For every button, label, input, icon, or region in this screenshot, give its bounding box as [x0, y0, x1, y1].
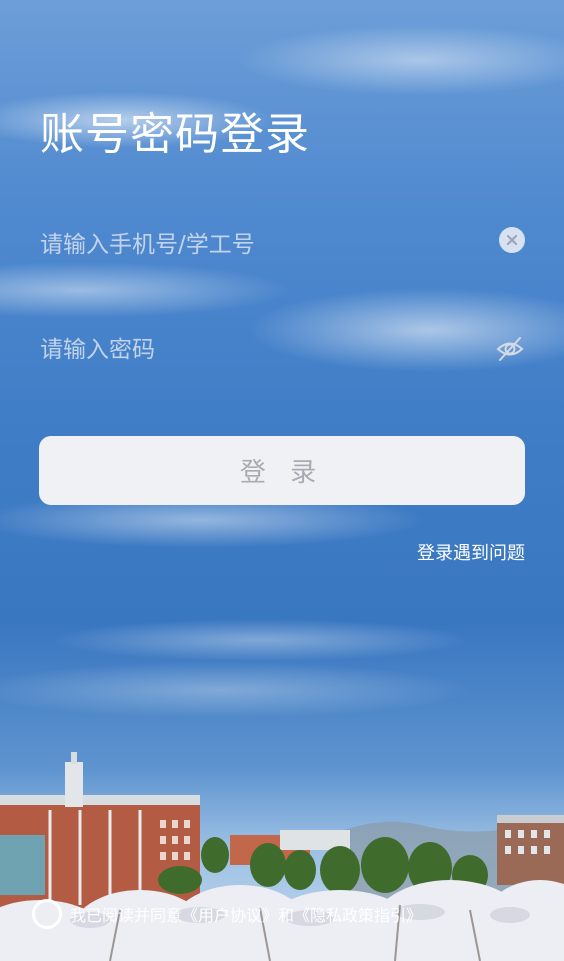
agreement-conjunction: 和 — [278, 906, 295, 925]
close-circle-icon — [507, 235, 517, 245]
clear-input-button[interactable] — [499, 227, 525, 253]
agreement-checkbox[interactable] — [32, 899, 62, 929]
agreement-prefix: 我已阅读并同意 — [70, 906, 183, 925]
username-field — [40, 220, 525, 270]
privacy-guide-link[interactable]: 《隐私政策指引》 — [294, 902, 422, 926]
password-visibility-toggle[interactable] — [495, 334, 525, 364]
eye-off-icon — [496, 337, 524, 361]
user-agreement-link[interactable]: 《用户协议》 — [182, 902, 278, 926]
agreement-row: 我已阅读并同意 《用户协议》 和 《隐私政策指引》 — [32, 898, 422, 930]
password-input[interactable] — [40, 325, 480, 375]
username-input[interactable] — [40, 220, 480, 270]
page-title: 账号密码登录 — [40, 109, 310, 160]
password-field — [40, 325, 525, 375]
login-help-link[interactable]: 登录遇到问题 — [417, 539, 525, 565]
login-button[interactable]: 登 录 — [39, 436, 525, 505]
